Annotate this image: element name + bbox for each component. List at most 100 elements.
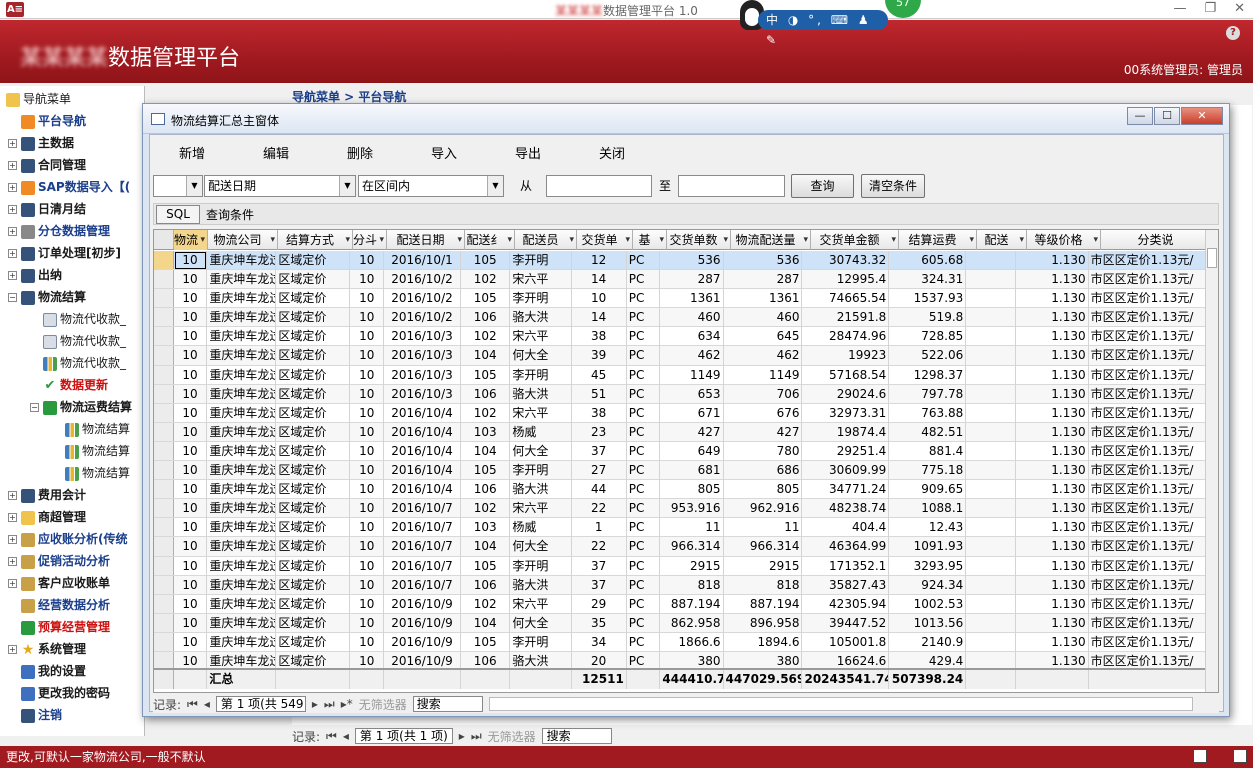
sidebar-item[interactable]: 物流代收款_	[30, 352, 126, 374]
row-selector[interactable]	[154, 480, 174, 499]
table-cell[interactable]: 105	[461, 632, 511, 652]
table-cell[interactable]: 2016/10/7	[384, 499, 461, 519]
table-cell[interactable]: 780	[724, 441, 803, 461]
table-cell[interactable]: 李开明	[510, 251, 572, 270]
sidebar-item[interactable]: + 费用会计	[8, 484, 86, 506]
table-cell[interactable]: 39447.52	[802, 613, 890, 633]
table-cell[interactable]: 10	[174, 251, 208, 270]
search-box[interactable]: 搜索	[412, 696, 483, 712]
row-selector[interactable]	[154, 594, 174, 613]
table-cell[interactable]	[966, 251, 1016, 270]
table-cell[interactable]: 896.958	[724, 613, 803, 633]
table-cell[interactable]: 887.194	[724, 594, 803, 614]
row-selector[interactable]	[154, 365, 174, 384]
bg-prev-record-icon[interactable]: ◂	[343, 729, 349, 743]
expand-icon[interactable]: +	[8, 513, 17, 522]
table-cell[interactable]: 重庆坤车龙过	[207, 632, 277, 652]
chevron-down-icon[interactable]: ▼	[186, 176, 202, 196]
table-cell[interactable]: 2016/10/2	[384, 270, 461, 290]
table-cell[interactable]: 1.130	[1016, 575, 1089, 595]
row-selector[interactable]	[154, 632, 174, 651]
table-cell[interactable]: 37	[572, 575, 627, 595]
table-cell[interactable]: 1.130	[1016, 327, 1089, 347]
table-cell[interactable]: 1.130	[1016, 461, 1089, 481]
table-cell[interactable]: 1.130	[1016, 384, 1089, 404]
sidebar-item[interactable]: + 商超管理	[8, 506, 86, 528]
table-cell[interactable]: 19923	[802, 346, 890, 366]
form-view-icon[interactable]	[1193, 749, 1207, 763]
table-cell[interactable]: 106	[461, 384, 511, 404]
table-cell[interactable]: 重庆坤车龙过	[207, 613, 277, 633]
sql-button[interactable]: SQL	[156, 205, 200, 224]
table-cell[interactable]: 区域定价	[276, 441, 351, 461]
table-cell[interactable]: 10	[174, 384, 208, 404]
table-cell[interactable]: 李开明	[510, 632, 572, 652]
table-cell[interactable]: PC	[627, 327, 661, 347]
table-cell[interactable]: 728.85	[889, 327, 967, 347]
row-selector[interactable]	[154, 461, 174, 480]
table-cell[interactable]: 42305.94	[802, 594, 890, 614]
table-row[interactable]: 10 重庆坤车龙过 区域定价 10 2016/10/7 103 杨威 1 PC 11 11 404.4…	[154, 518, 1208, 538]
help-icon[interactable]: ?	[1226, 26, 1240, 40]
bg-search-box[interactable]: 搜索	[541, 728, 612, 744]
table-cell[interactable]: 1.130	[1016, 346, 1089, 366]
table-cell[interactable]: 重庆坤车龙过	[207, 308, 277, 328]
table-cell[interactable]: 10	[350, 308, 384, 328]
table-cell[interactable]: 103	[461, 518, 511, 538]
table-cell[interactable]: 10	[174, 327, 208, 347]
table-cell[interactable]: 10	[350, 327, 384, 347]
table-cell[interactable]: 何大全	[510, 346, 572, 366]
sidebar-item[interactable]: + SAP数据导入【(	[8, 176, 130, 198]
column-header[interactable]: 分斗	[353, 230, 387, 250]
table-cell[interactable]: 653	[660, 384, 724, 404]
table-cell[interactable]: PC	[627, 308, 661, 328]
table-cell[interactable]: 462	[660, 346, 724, 366]
table-cell[interactable]: PC	[627, 403, 661, 423]
sidebar-item[interactable]: 我的设置	[8, 660, 86, 682]
table-cell[interactable]: 1.130	[1016, 518, 1089, 538]
column-header[interactable]: 基	[633, 230, 667, 250]
table-cell[interactable]: 39	[572, 346, 627, 366]
table-cell[interactable]: 区域定价	[276, 575, 351, 595]
table-cell[interactable]: 10	[174, 537, 208, 557]
row-selector[interactable]	[154, 403, 174, 422]
table-cell[interactable]: 市区区定价1.13元/	[1089, 441, 1208, 461]
column-header[interactable]: 物流配送量	[731, 230, 811, 250]
table-cell[interactable]: 市区区定价1.13元/	[1089, 422, 1208, 442]
table-cell[interactable]: 10	[174, 270, 208, 290]
table-cell[interactable]: 10	[350, 346, 384, 366]
table-cell[interactable]: 重庆坤车龙过	[207, 461, 277, 481]
table-cell[interactable]: 10	[350, 613, 384, 633]
table-cell[interactable]: 102	[461, 327, 511, 347]
row-selector[interactable]	[154, 441, 174, 461]
row-selector[interactable]	[154, 613, 174, 632]
table-cell[interactable]	[966, 556, 1016, 576]
table-cell[interactable]: 市区区定价1.13元/	[1089, 251, 1208, 270]
table-cell[interactable]: 103	[461, 422, 511, 442]
table-cell[interactable]	[966, 270, 1016, 290]
table-cell[interactable]: 10	[350, 518, 384, 538]
table-cell[interactable]: 686	[724, 461, 803, 481]
table-cell[interactable]: 11	[724, 518, 803, 538]
table-cell[interactable]: 57168.54	[802, 365, 890, 385]
table-cell[interactable]: 104	[461, 613, 511, 633]
table-cell[interactable]: 10	[174, 441, 208, 461]
row-selector[interactable]	[154, 289, 174, 308]
table-cell[interactable]: 2016/10/3	[384, 346, 461, 366]
column-header[interactable]: 交货单	[577, 230, 633, 250]
table-cell[interactable]: PC	[627, 270, 661, 290]
row-selector[interactable]	[154, 308, 174, 327]
table-cell[interactable]: PC	[627, 518, 661, 538]
table-cell[interactable]: 市区区定价1.13元/	[1089, 537, 1208, 557]
collapse-icon[interactable]: −	[30, 403, 39, 412]
chevron-down-icon[interactable]: ▼	[339, 176, 355, 196]
table-cell[interactable]: 10	[350, 403, 384, 423]
row-selector[interactable]	[154, 327, 174, 346]
table-cell[interactable]: 2016/10/9	[384, 632, 461, 652]
table-row[interactable]: 10 重庆坤车龙过 区域定价 10 2016/10/3 105 李开明 45 PC 1149 114…	[154, 365, 1208, 385]
table-cell[interactable]: 1.130	[1016, 251, 1089, 270]
table-row[interactable]: 10 重庆坤车龙过 区域定价 10 2016/10/3 102 宋六平 38 PC 634 645 2…	[154, 327, 1208, 347]
row-selector[interactable]	[154, 499, 174, 518]
table-row[interactable]: 10 重庆坤车龙过 区域定价 10 2016/10/1 105 李开明 12 PC 536 536 3…	[154, 251, 1208, 271]
table-cell[interactable]: 12995.4	[802, 270, 890, 290]
